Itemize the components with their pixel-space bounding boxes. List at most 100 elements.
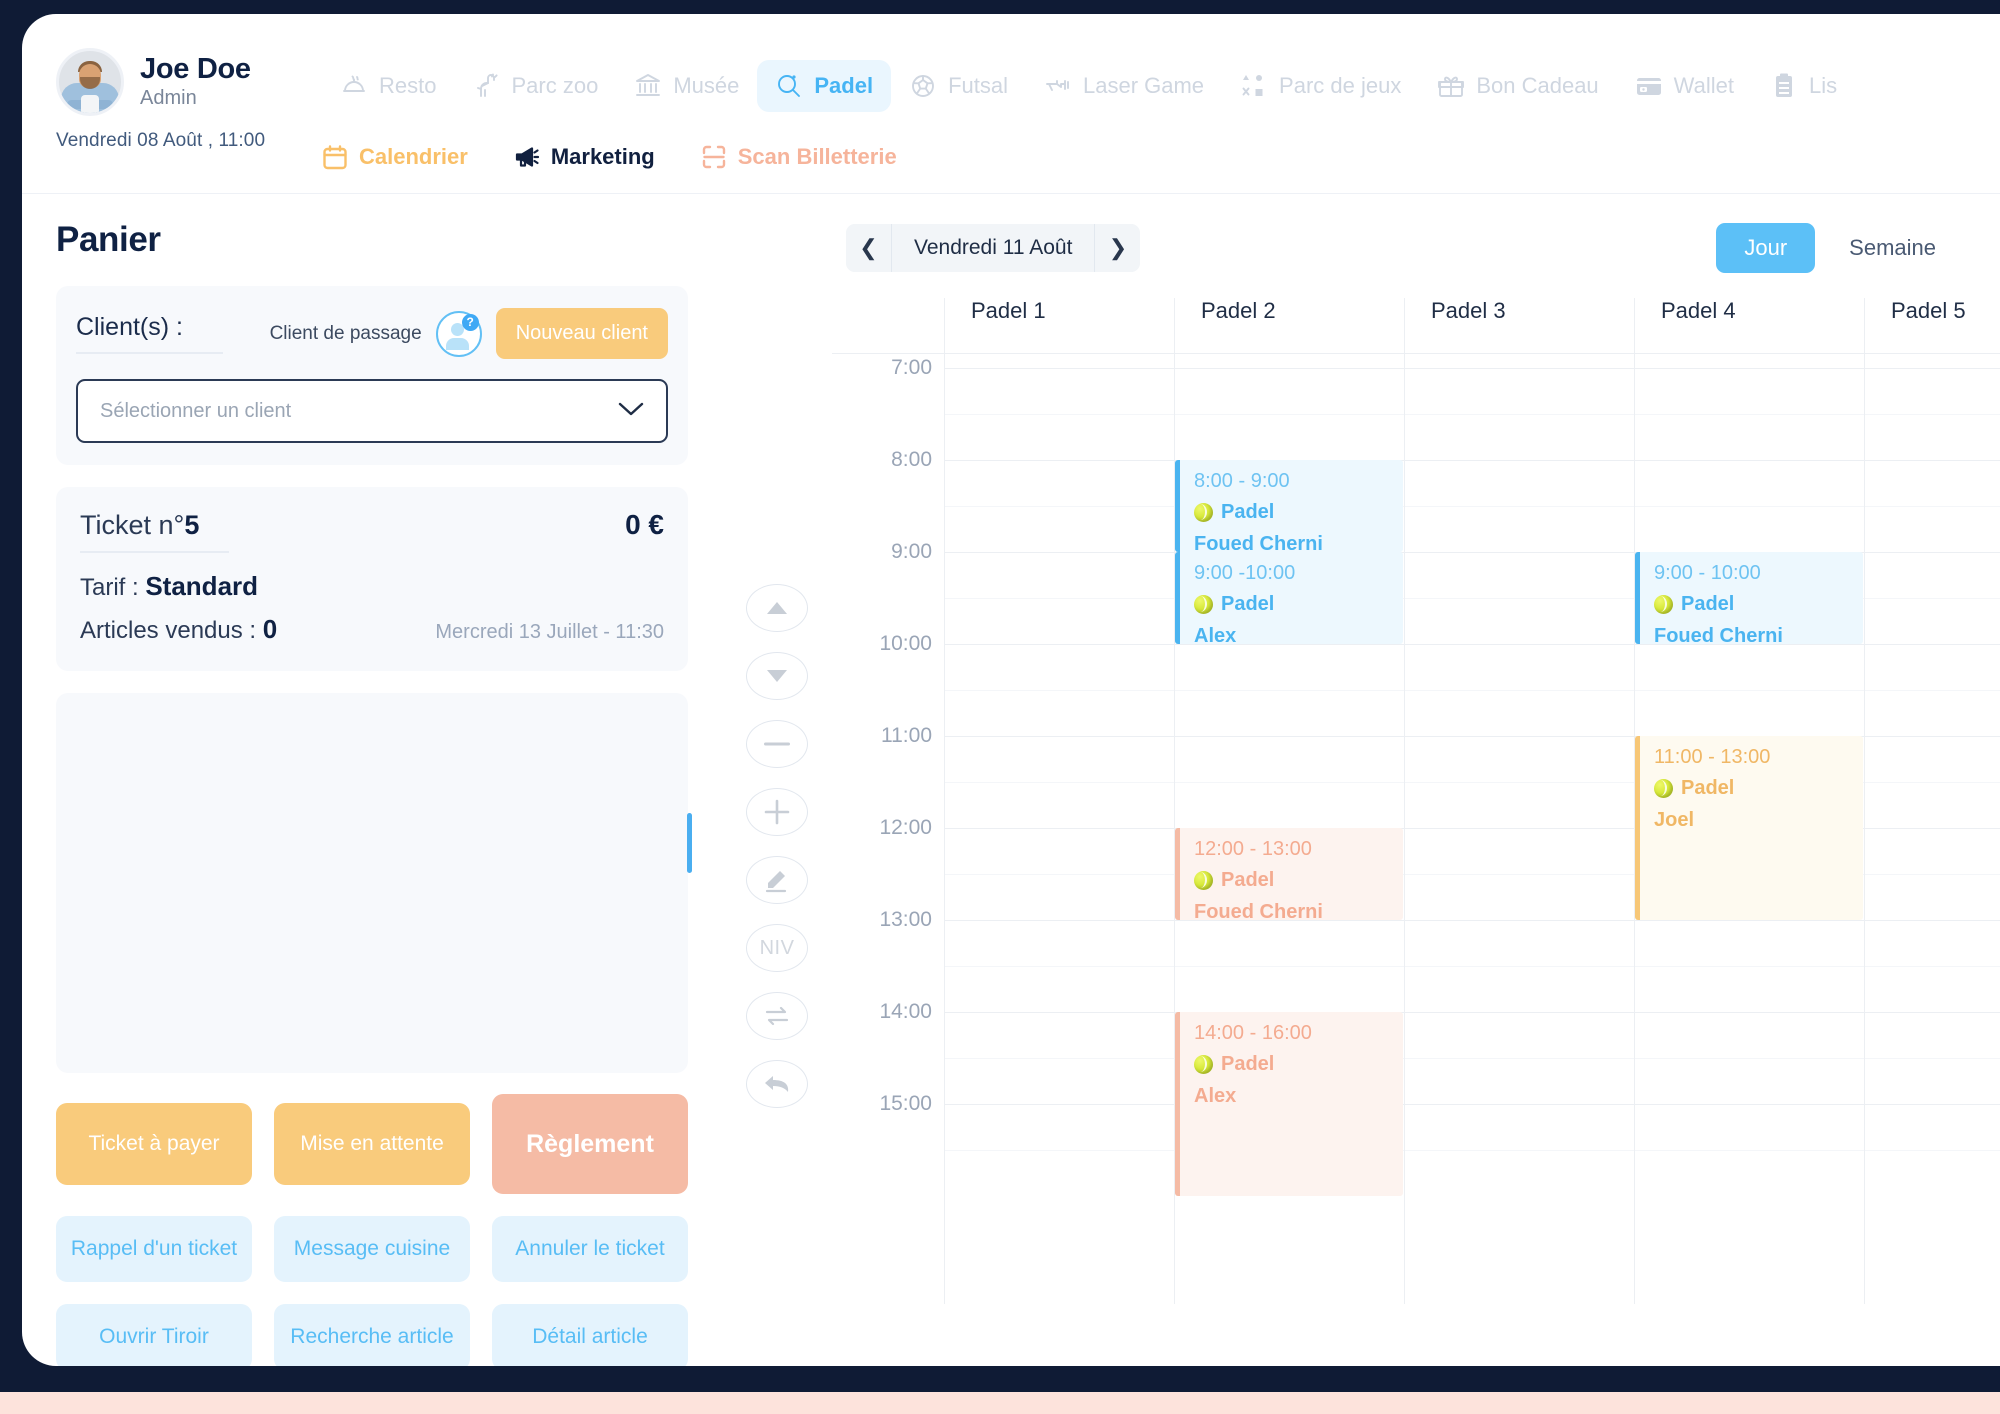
current-datetime: Vendredi 08 Août , 11:00 (56, 130, 266, 151)
rappel-ticket-button[interactable]: Rappel d'un ticket (56, 1216, 252, 1282)
nav-item-resto[interactable]: Resto (322, 60, 454, 112)
clipboard-icon (1770, 72, 1798, 100)
content-area: Panier Client(s) : Client de passage ? N… (22, 194, 2000, 1366)
calendar-event[interactable]: 9:00 - 10:00 Padel Foued Cherni (1635, 552, 1863, 644)
soft-action-row-1: Rappel d'un ticket Message cuisine Annul… (56, 1216, 688, 1282)
prev-day-button[interactable]: ❮ (846, 224, 892, 272)
user-profile-block: Joe Doe Admin Vendredi 08 Août , 11:00 (56, 48, 346, 152)
calendar-time-label: 9:00 (891, 540, 932, 563)
event-sport-label: Padel (1221, 869, 1275, 891)
calendar-column-header: Padel 1 (944, 298, 1174, 353)
calendar-hour-line (944, 920, 2000, 921)
subnav-item-marketing[interactable]: Marketing (514, 144, 655, 170)
view-jour-button[interactable]: Jour (1716, 223, 1816, 273)
event-sport-label: Padel (1221, 593, 1275, 615)
calendar-event[interactable]: 14:00 - 16:00 Padel Alex (1175, 1012, 1403, 1196)
calendar-event[interactable]: 9:00 -10:00 Padel Alex (1175, 552, 1403, 644)
transfer-button[interactable] (746, 992, 808, 1040)
wallet-icon (1635, 72, 1663, 100)
calendar-body[interactable]: 7:00 8:00 9:00 10:00 11:00 12:00 13:00 14:00 15:… (832, 354, 2000, 1304)
subnav-item-scan-billetterie[interactable]: Scan Billetterie (701, 144, 897, 170)
scroll-up-button[interactable] (746, 584, 808, 632)
nav-item-mus-e[interactable]: Musée (616, 60, 757, 112)
event-sport: Padel (1194, 593, 1403, 616)
calendar-column-header: Padel 3 (1404, 298, 1634, 353)
select-client-input[interactable]: Sélectionner un client (76, 379, 668, 443)
laser-gun-icon (1044, 72, 1072, 100)
event-sport: Padel (1194, 1053, 1403, 1076)
calendar-column-header: Padel 2 (1174, 298, 1404, 353)
calendar-halfhour-line (944, 1058, 2000, 1059)
ouvrir-tiroir-button[interactable]: Ouvrir Tiroir (56, 1304, 252, 1366)
panier-panel: Panier Client(s) : Client de passage ? N… (22, 194, 722, 1366)
bottom-accent-strip (0, 1392, 2000, 1414)
nav-item-label: Parc de jeux (1279, 73, 1402, 98)
basket-scrollbar[interactable] (687, 813, 692, 873)
event-person: Foued Cherni (1194, 533, 1323, 552)
calendar-event[interactable]: 11:00 - 13:00 Padel Joel (1635, 736, 1863, 920)
nav-item-futsal[interactable]: Futsal (891, 60, 1026, 112)
calendar-hour-line (944, 1104, 2000, 1105)
client-help-icon[interactable]: ? (435, 310, 482, 357)
nav-item-wallet[interactable]: Wallet (1617, 60, 1752, 112)
nav-item-label: Lis (1808, 73, 1838, 98)
tennis-ball-icon (1194, 595, 1213, 614)
ticket-a-payer-button[interactable]: Ticket à payer (56, 1103, 252, 1185)
nav-item-laser-game[interactable]: Laser Game (1026, 60, 1222, 112)
chevron-down-icon (618, 400, 644, 423)
calendar-column-header: Padel 5 (1864, 298, 2000, 353)
scroll-down-button[interactable] (746, 652, 808, 700)
ticket-number: Ticket n°5 (80, 510, 230, 553)
client-label: Client(s) : (76, 313, 223, 354)
reglement-button[interactable]: Règlement (492, 1094, 688, 1194)
mise-en-attente-button[interactable]: Mise en attente (274, 1103, 470, 1185)
help-badge: ? (461, 313, 479, 331)
event-person: Foued Cherni (1654, 625, 1783, 644)
calendar-halfhour-line (944, 1150, 2000, 1151)
padel-racket-icon (775, 72, 803, 100)
nav-item-label: Bon Cadeau (1476, 73, 1599, 98)
calendar-event[interactable]: 12:00 - 13:00 Padel Foued Cherni (1175, 828, 1403, 920)
soft-action-row-2: Ouvrir Tiroir Recherche article Détail a… (56, 1304, 688, 1366)
new-client-button[interactable]: Nouveau client (495, 308, 668, 359)
recherche-article-button[interactable]: Recherche article (274, 1304, 470, 1366)
megaphone-icon (514, 144, 540, 170)
top-bar: Joe Doe Admin Vendredi 08 Août , 11:00 R… (22, 14, 2000, 194)
main-navigation: Resto Parc zoo Musée Padel Futsal Laser Game P… (322, 60, 2000, 112)
detail-article-button[interactable]: Détail article (492, 1304, 688, 1366)
nav-item-bon-cadeau[interactable]: Bon Cadeau (1419, 60, 1616, 112)
undo-button[interactable] (746, 1060, 808, 1108)
view-semaine-button[interactable]: Semaine (1821, 223, 1964, 273)
museum-icon (634, 72, 662, 100)
next-day-button[interactable]: ❯ (1094, 224, 1141, 272)
edit-button[interactable] (746, 856, 808, 904)
nav-item-label: Wallet (1673, 73, 1734, 98)
nav-item-label: Futsal (948, 73, 1008, 98)
niv-button[interactable]: NIV (746, 924, 808, 972)
decrement-button[interactable] (746, 720, 808, 768)
nav-item-padel[interactable]: Padel (757, 60, 892, 112)
ticket-date: Mercredi 13 Juillet - 11:30 (435, 621, 664, 643)
calendar-event[interactable]: 8:00 - 9:00 Padel Foued Cherni (1175, 460, 1403, 552)
ticket-articles-sold: Articles vendus : 0 (80, 614, 278, 644)
calendar-hour-line (944, 460, 2000, 461)
nav-item-parc-zoo[interactable]: Parc zoo (454, 60, 616, 112)
tennis-ball-icon (1654, 779, 1673, 798)
event-sport-label: Padel (1221, 501, 1275, 523)
sub-navigation: Calendrier Marketing Scan Billetterie (322, 144, 897, 170)
nav-item-lis[interactable]: Lis (1752, 60, 1855, 112)
increment-button[interactable] (746, 788, 808, 836)
calendar-time-label: 7:00 (891, 356, 932, 379)
annuler-ticket-button[interactable]: Annuler le ticket (492, 1216, 688, 1282)
tennis-ball-icon (1194, 1055, 1213, 1074)
calendar-time-label: 14:00 (879, 1000, 932, 1023)
event-person: Joel (1654, 809, 1695, 831)
nav-item-parc-de-jeux[interactable]: Parc de jeux (1222, 60, 1419, 112)
subnav-item-calendrier[interactable]: Calendrier (322, 144, 468, 170)
calendar-column-divider (1864, 354, 1865, 1304)
calendar-halfhour-line (944, 506, 2000, 507)
avatar (56, 48, 124, 116)
giraffe-icon (472, 72, 500, 100)
tennis-ball-icon (1654, 595, 1673, 614)
message-cuisine-button[interactable]: Message cuisine (274, 1216, 470, 1282)
